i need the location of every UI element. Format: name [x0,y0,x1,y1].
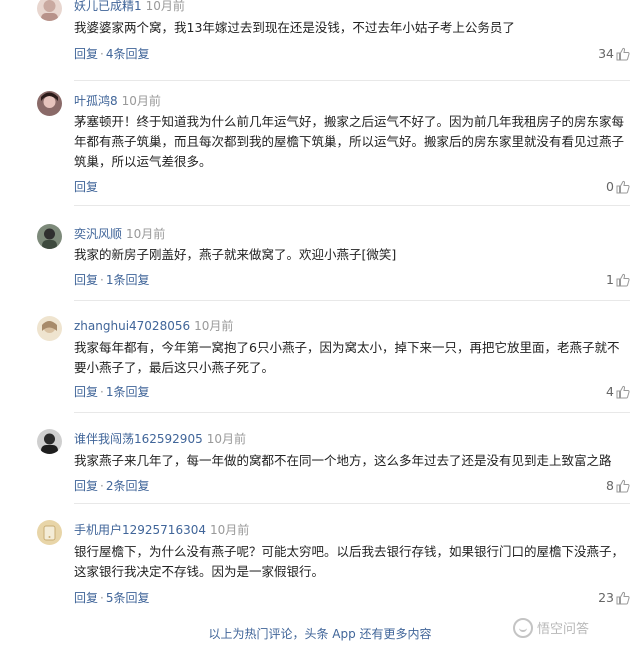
comment-item: 奕汎风顺 10月前 我家的新房子刚盖好，燕子就来做窝了。欢迎小燕子[微笑] 回复 ·… [0,224,640,294]
comment-header: 妖儿已成精1 10月前 [74,0,185,14]
comment-actions: 回复 · 4条回复 [74,46,149,62]
comment-text: 茅塞顿开！终于知道我为什么前几年运气好，搬家之后运气不好了。因为前几年我租房子的… [74,114,625,169]
comment-header: 手机用户12925716304 10月前 [74,522,249,538]
like-count: 23 [598,590,614,605]
thumbs-up-icon [616,385,630,399]
comment-header: 谁伴我闯荡162592905 10月前 [74,431,246,447]
thumbs-up-icon [616,591,630,605]
timestamp: 10月前 [194,319,234,333]
username[interactable]: 奕汎风顺 [74,227,122,241]
replies-count-link[interactable]: 2条回复 [106,479,150,493]
like-count: 1 [606,272,614,287]
username[interactable]: zhanghui47028056 [74,319,190,333]
divider [74,80,630,81]
comment-actions: 回复 · 5条回复 [74,590,149,606]
replies-count-link[interactable]: 5条回复 [106,591,150,605]
username[interactable]: 妖儿已成精1 [74,0,142,13]
avatar[interactable] [37,429,62,454]
like-button[interactable]: 8 [606,478,630,494]
username[interactable]: 谁伴我闯荡162592905 [74,432,203,446]
thumbs-up-icon [616,47,630,61]
like-button[interactable]: 4 [606,384,630,400]
footer-text[interactable]: 以上为热门评论，头条 App 还有更多内容 [208,627,431,641]
timestamp: 10月前 [126,227,166,241]
thumbs-up-icon [616,273,630,287]
comment-text: 我婆婆家两个窝，我13年嫁过去到现在还是没钱，不过去年小姑子考上公务员了 [74,20,515,35]
reply-button[interactable]: 回复 [74,47,98,61]
replies-count-link[interactable]: 4条回复 [106,47,150,61]
avatar[interactable] [37,224,62,249]
comment-text: 我家燕子来几年了，每一年做的窝都不在同一个地方，这么多年过去了还是没有见到走上致… [74,453,612,468]
divider [74,503,630,504]
timestamp: 10月前 [121,94,161,108]
avatar[interactable] [37,520,62,545]
comment-actions: 回复 [74,179,98,195]
avatar[interactable] [37,91,62,116]
avatar[interactable] [37,0,62,21]
username[interactable]: 手机用户12925716304 [74,523,206,537]
separator: · [100,385,104,399]
like-button[interactable]: 23 [598,590,630,606]
comment-header: 奕汎风顺 10月前 [74,226,165,242]
divider [74,412,630,413]
thumbs-up-icon [616,180,630,194]
comment-text: 银行屋檐下，为什么没有燕子呢？可能太穷吧。以后我去银行存钱，如果银行门口的屋檐下… [74,544,625,579]
avatar[interactable] [37,316,62,341]
reply-button[interactable]: 回复 [74,591,98,605]
like-button[interactable]: 0 [606,179,630,195]
watermark-text: 悟空问答 [537,622,590,637]
timestamp: 10月前 [206,432,246,446]
comment-item: 手机用户12925716304 10月前 银行屋檐下，为什么没有燕子呢？可能太穷吧… [0,520,640,612]
comment-header: zhanghui47028056 10月前 [74,318,233,334]
comment-item: 叶孤鸿8 10月前 茅塞顿开！终于知道我为什么前几年运气好，搬家之后运气不好了。因… [0,91,640,201]
like-count: 4 [606,384,614,399]
comment-actions: 回复 · 1条回复 [74,384,149,400]
comment-header: 叶孤鸿8 10月前 [74,93,161,109]
replies-count-link[interactable]: 1条回复 [106,385,150,399]
reply-button[interactable]: 回复 [74,180,98,194]
comment-text: 我家的新房子刚盖好，燕子就来做窝了。欢迎小燕子[微笑] [74,247,397,262]
wukong-logo-icon [513,618,533,638]
divider [74,205,630,206]
comment-actions: 回复 · 2条回复 [74,478,149,494]
separator: · [100,273,104,287]
reply-button[interactable]: 回复 [74,273,98,287]
like-count: 0 [606,179,614,194]
replies-count-link[interactable]: 1条回复 [106,273,150,287]
like-count: 8 [606,478,614,493]
divider [74,300,630,301]
watermark: 悟空问答 [513,617,589,643]
reply-button[interactable]: 回复 [74,385,98,399]
comment-item: zhanghui47028056 10月前 我家每年都有，今年第一窝抱了6只小燕子… [0,316,640,406]
separator: · [100,479,104,493]
comment-text: 我家每年都有，今年第一窝抱了6只小燕子，因为窝太小，掉下来一只，再把它放里面，老… [74,340,620,375]
comment-item: 谁伴我闯荡162592905 10月前 我家燕子来几年了，每一年做的窝都不在同一个… [0,429,640,499]
thumbs-up-icon [616,479,630,493]
separator: · [100,591,104,605]
timestamp: 10月前 [209,523,250,537]
like-button[interactable]: 1 [606,272,630,288]
like-button[interactable]: 34 [598,46,630,62]
separator: · [100,47,104,61]
timestamp: 10月前 [145,0,185,13]
like-count: 34 [598,46,614,61]
reply-button[interactable]: 回复 [74,479,98,493]
username[interactable]: 叶孤鸿8 [74,94,118,108]
comment-item: 妖儿已成精1 10月前 我婆婆家两个窝，我13年嫁过去到现在还是没钱，不过去年小姑… [0,0,640,74]
comment-actions: 回复 · 1条回复 [74,272,149,288]
